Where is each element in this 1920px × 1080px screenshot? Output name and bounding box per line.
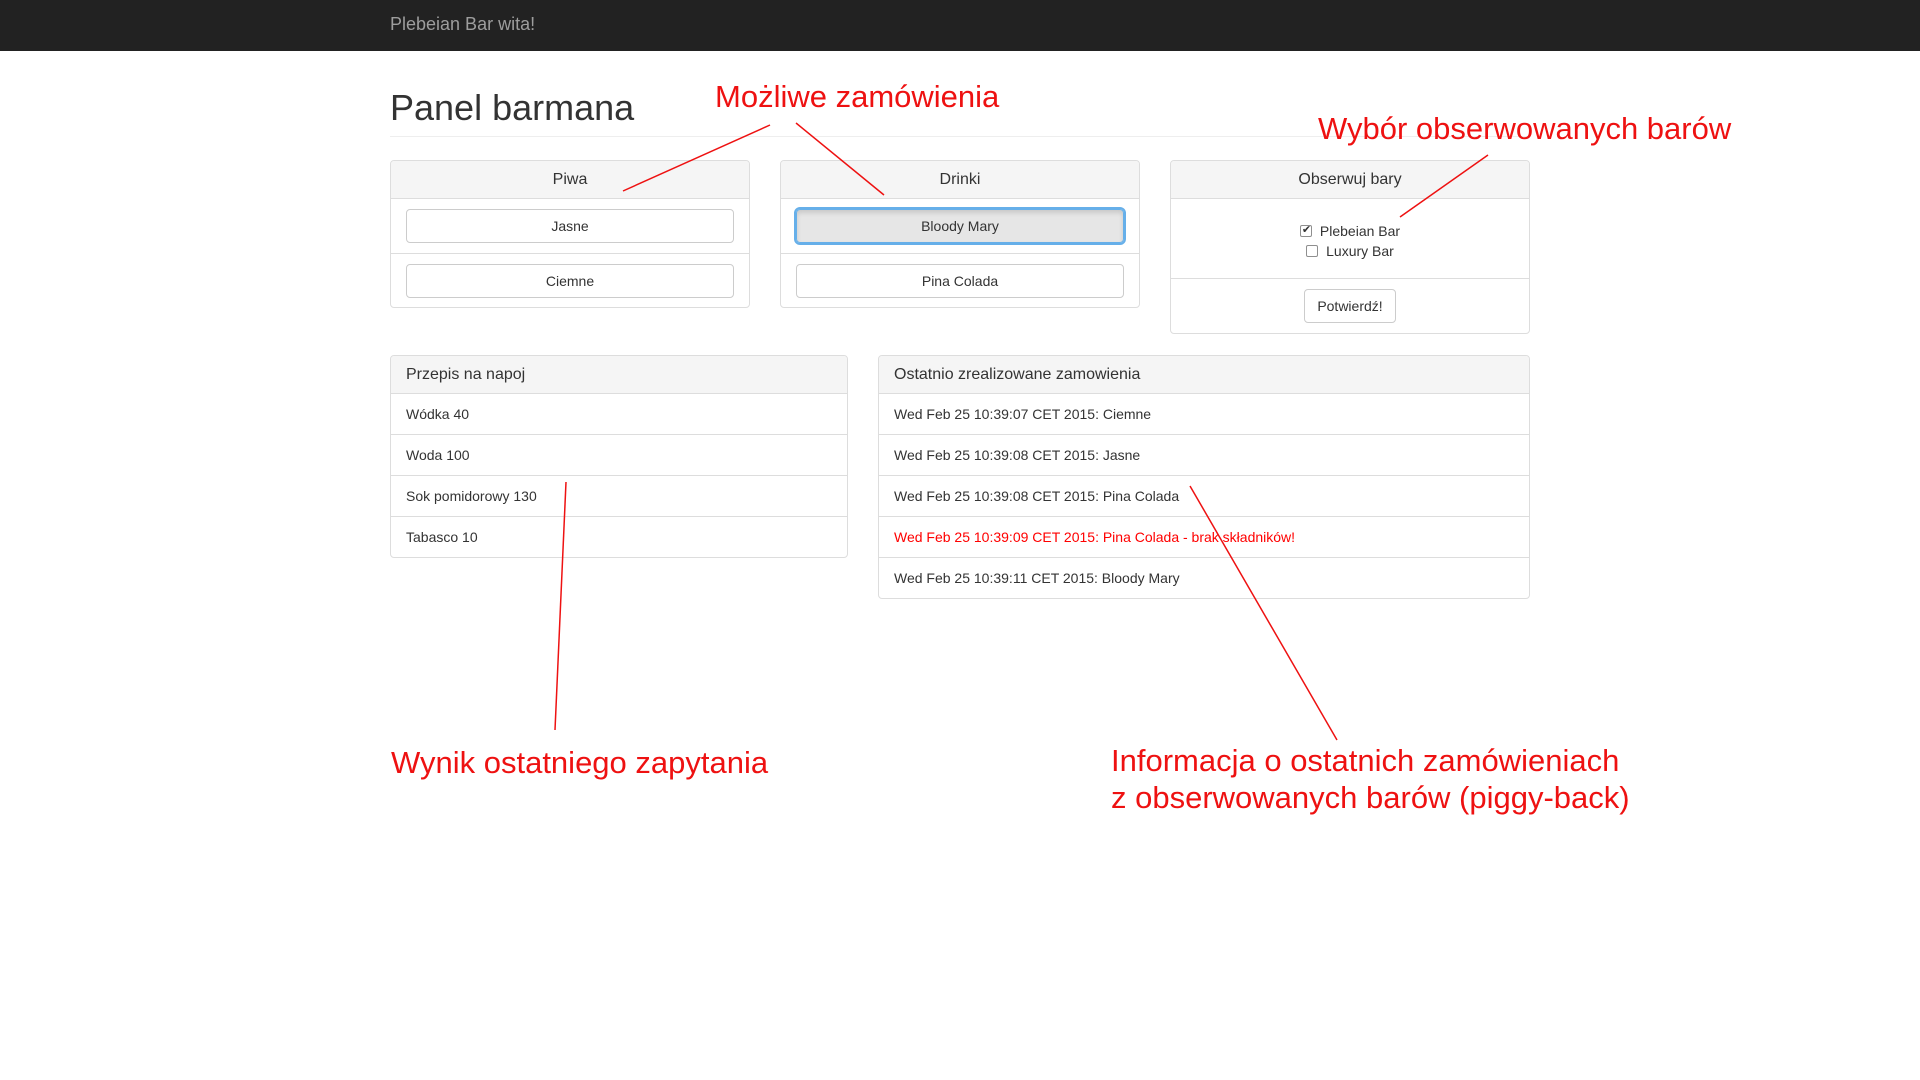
drink-button-pina-colada[interactable]: Pina Colada [796,264,1124,298]
plebeian-bar-label[interactable]: Plebeian Bar [1320,223,1400,239]
order-item: Wed Feb 25 10:39:08 CET 2015: Jasne [879,435,1529,476]
beer-button-ciemne[interactable]: Ciemne [406,264,734,298]
page-title: Panel barmana [390,87,635,128]
recipe-panel: Przepis na napoj Wódka 40 Woda 100 Sok p… [390,355,848,558]
drinks-panel-heading: Drinki [781,161,1139,199]
beer-button-jasne[interactable]: Jasne [406,209,734,243]
recipe-item: Sok pomidorowy 130 [391,476,847,517]
drink-button-bloody-mary[interactable]: Bloody Mary [794,207,1126,245]
annotation-bar-choice: Wybór obserwowanych barów [1318,111,1732,146]
observe-bars-heading: Obserwuj bary [1171,161,1529,199]
bar-option-plebeian[interactable]: Plebeian Bar [1171,221,1529,241]
recipe-heading: Przepis na napoj [391,356,847,394]
recipe-item: Tabasco 10 [406,529,478,545]
observe-bars-panel: Obserwuj bary Plebeian Bar Luxury Bar Po… [1170,160,1530,334]
beers-panel: Piwa Jasne Ciemne [390,160,750,308]
luxury-bar-checkbox[interactable] [1306,245,1319,257]
luxury-bar-label[interactable]: Luxury Bar [1326,243,1394,259]
confirm-button[interactable]: Potwierdź! [1304,289,1396,323]
annotation-last-query: Wynik ostatniego zapytania [391,745,769,780]
bar-option-luxury[interactable]: Luxury Bar [1171,241,1529,261]
order-item: Wed Feb 25 10:39:11 CET 2015: Bloody Mar… [894,570,1180,586]
drink-row: Pina Colada [781,254,1139,307]
recipe-item: Woda 100 [391,435,847,476]
beers-panel-heading: Piwa [391,161,749,199]
bar-checkbox-group: Plebeian Bar Luxury Bar [1171,199,1529,279]
plebeian-bar-checkbox[interactable] [1299,223,1312,237]
annotation-piggyback-line1: Informacja o ostatnich zamówieniach [1111,743,1620,778]
drink-row: Bloody Mary [781,199,1139,254]
recipe-item: Wódka 40 [391,394,847,435]
recent-orders-heading: Ostatnio zrealizowane zamowienia [879,356,1529,394]
order-item-error: Wed Feb 25 10:39:09 CET 2015: Pina Colad… [879,517,1529,558]
annotation-orders-possible: Możliwe zamówienia [715,79,1000,114]
order-item: Wed Feb 25 10:39:08 CET 2015: Pina Colad… [879,476,1529,517]
annotation-piggyback-line2: z obserwowanych barów (piggy-back) [1111,780,1630,815]
beer-row: Jasne [391,199,749,254]
navbar: Plebeian Bar wita! [0,0,1920,51]
confirm-row: Potwierdź! [1171,279,1529,333]
order-item: Wed Feb 25 10:39:07 CET 2015: Ciemne [879,394,1529,435]
drinks-panel: Drinki Bloody Mary Pina Colada [780,160,1140,308]
beer-row: Ciemne [391,254,749,307]
recent-orders-panel: Ostatnio zrealizowane zamowienia Wed Feb… [878,355,1530,599]
navbar-brand[interactable]: Plebeian Bar wita! [390,14,535,35]
